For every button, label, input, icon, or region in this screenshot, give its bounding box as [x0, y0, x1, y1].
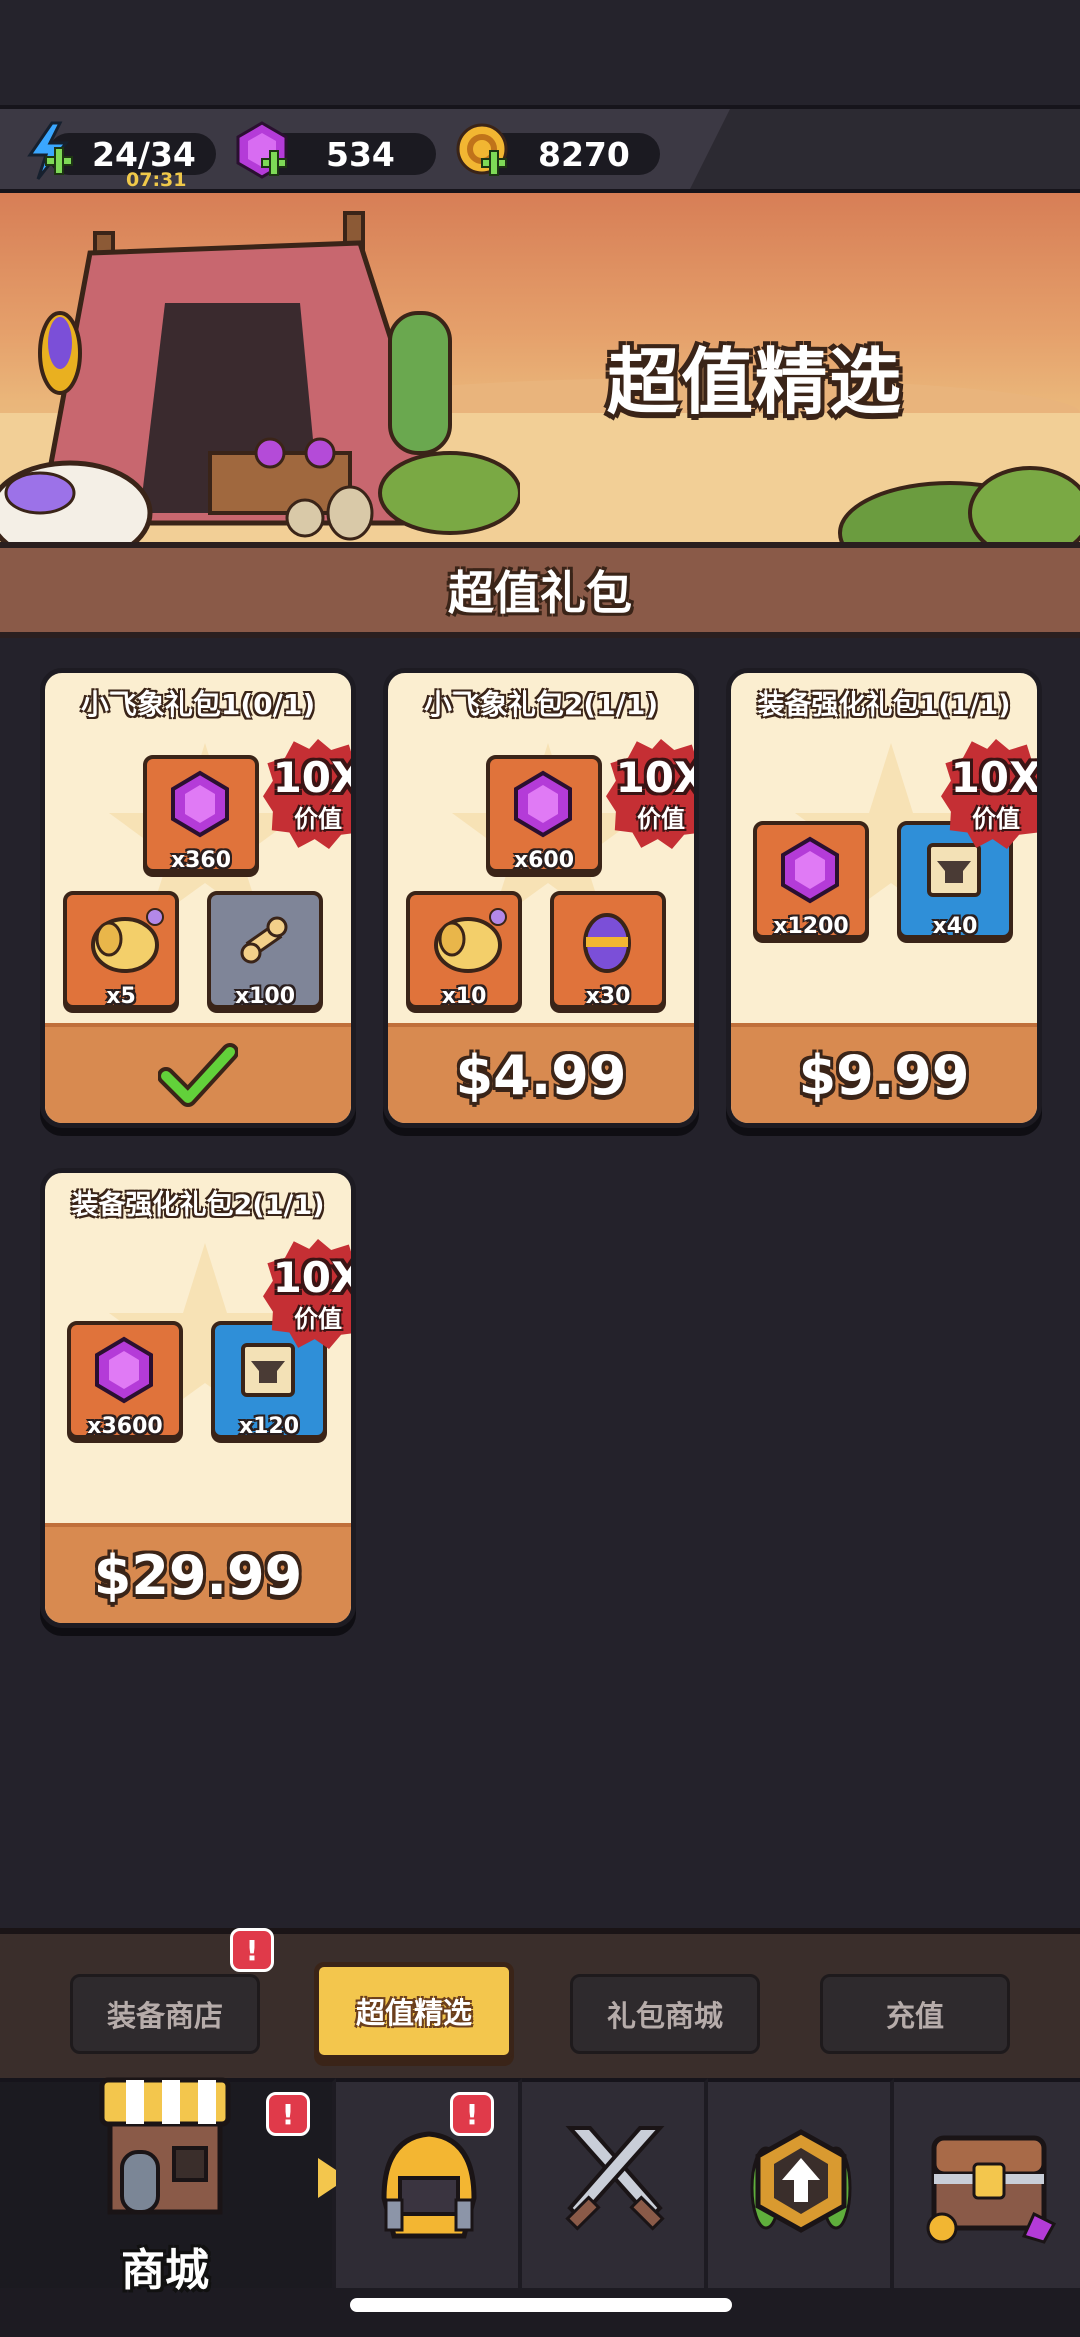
coin-icon [456, 123, 508, 176]
nav-shop[interactable]: 商城 ! [0, 2077, 336, 2296]
buy-button[interactable]: $4.99 [388, 1023, 694, 1123]
bone-icon [240, 916, 288, 964]
home-indicator[interactable] [350, 2298, 732, 2312]
bush-illustration [838, 466, 1080, 542]
gem-icon [514, 770, 572, 838]
nav-upgrade[interactable] [708, 2078, 894, 2288]
checkmark-icon [158, 1043, 238, 1107]
nav-alert-badge: ! [266, 2092, 310, 2136]
crossed-swords-icon [565, 2126, 665, 2231]
value-badge: 10X 价值 [941, 739, 1037, 849]
pack-title: 装备强化礼包1(1/1) [757, 690, 1011, 721]
banner-title: 超值精选 [606, 340, 903, 424]
gem-icon [236, 121, 288, 179]
resource-bar-slant [690, 109, 1080, 189]
helmet-icon [381, 2131, 477, 2239]
tab-alert-badge: ! [230, 1928, 274, 1972]
nav-shop-label: 商城 [121, 2245, 209, 2296]
egg-icon [583, 913, 631, 973]
reward-item: x600 [486, 755, 602, 873]
coin-counter[interactable]: 8270 [456, 123, 660, 176]
treasure-chest-icon [926, 2135, 1057, 2244]
tab-gift-packs[interactable]: 礼包商城 [570, 1974, 760, 2054]
shop-icon [99, 2077, 231, 2215]
pack-card[interactable]: 小飞象礼包2(1/1) x600 x10 x30 10X 价值 $4.99 [383, 668, 699, 1128]
price-label: $29.99 [93, 1543, 303, 1607]
section-title: 超值礼包 [448, 566, 632, 620]
pack-title: 装备强化礼包2(1/1) [71, 1190, 325, 1221]
pack-card[interactable]: 小飞象礼包1(0/1) x360 x5 x100 10X 价值 [40, 668, 356, 1128]
gem-value: 534 [326, 135, 395, 174]
reward-item: x3600 [67, 1321, 183, 1439]
merchant-tent-illustration [0, 211, 520, 542]
nav-equipment[interactable]: ! [336, 2078, 522, 2288]
tab-recharge[interactable]: 充值 [820, 1974, 1010, 2054]
pack-card[interactable]: 装备强化礼包1(1/1) x1200 x40 10X 价值 $9.99 [726, 668, 1042, 1128]
pack-title: 小飞象礼包2(1/1) [423, 688, 659, 721]
nav-alert-badge: ! [450, 2092, 494, 2136]
status-bar-area [0, 0, 1080, 105]
section-header: 超值礼包 [0, 548, 1080, 638]
gem-icon [95, 1336, 153, 1404]
nav-battle[interactable] [522, 2078, 708, 2288]
reward-item: x30 [550, 891, 666, 1009]
price-label: $9.99 [798, 1043, 970, 1107]
energy-counter[interactable]: 24/34 07:31 [27, 121, 216, 191]
elephant-pet-icon [434, 908, 507, 973]
upgrade-icon [750, 2129, 852, 2233]
value-badge: 10X 价值 [263, 739, 351, 849]
coin-value: 8270 [538, 135, 630, 174]
featured-banner: 超值精选 [0, 193, 1080, 548]
gem-icon [171, 770, 229, 838]
pack-card[interactable]: 装备强化礼包2(1/1) x3600 x120 10X 价值 $29.99 [40, 1168, 356, 1628]
value-badge: 10X 价值 [263, 1239, 351, 1349]
value-badge: 10X 价值 [606, 739, 694, 849]
pack-title: 小飞象礼包1(0/1) [80, 688, 316, 721]
tab-value-picks[interactable]: 超值精选 [314, 1962, 514, 2060]
gem-icon [781, 836, 839, 904]
gem-counter[interactable]: 534 [236, 121, 436, 179]
reward-item: x360 [143, 755, 259, 873]
tab-equipment-shop[interactable]: 装备商店 [70, 1974, 260, 2054]
reward-item: x1200 [753, 821, 869, 939]
buy-button[interactable]: $9.99 [731, 1023, 1037, 1123]
price-label: $4.99 [455, 1043, 627, 1107]
buy-button[interactable]: $29.99 [45, 1523, 351, 1623]
reward-item: x100 [207, 891, 323, 1009]
lightning-icon [27, 121, 73, 180]
reward-item: x5 [63, 891, 179, 1009]
energy-timer: 07:31 [126, 169, 187, 191]
purchased-footer [45, 1023, 351, 1123]
resource-bar: 24/34 07:31 534 8270 [0, 105, 1080, 193]
elephant-pet-icon [91, 908, 164, 973]
reward-item: x10 [406, 891, 522, 1009]
nav-treasure[interactable] [894, 2078, 1080, 2288]
